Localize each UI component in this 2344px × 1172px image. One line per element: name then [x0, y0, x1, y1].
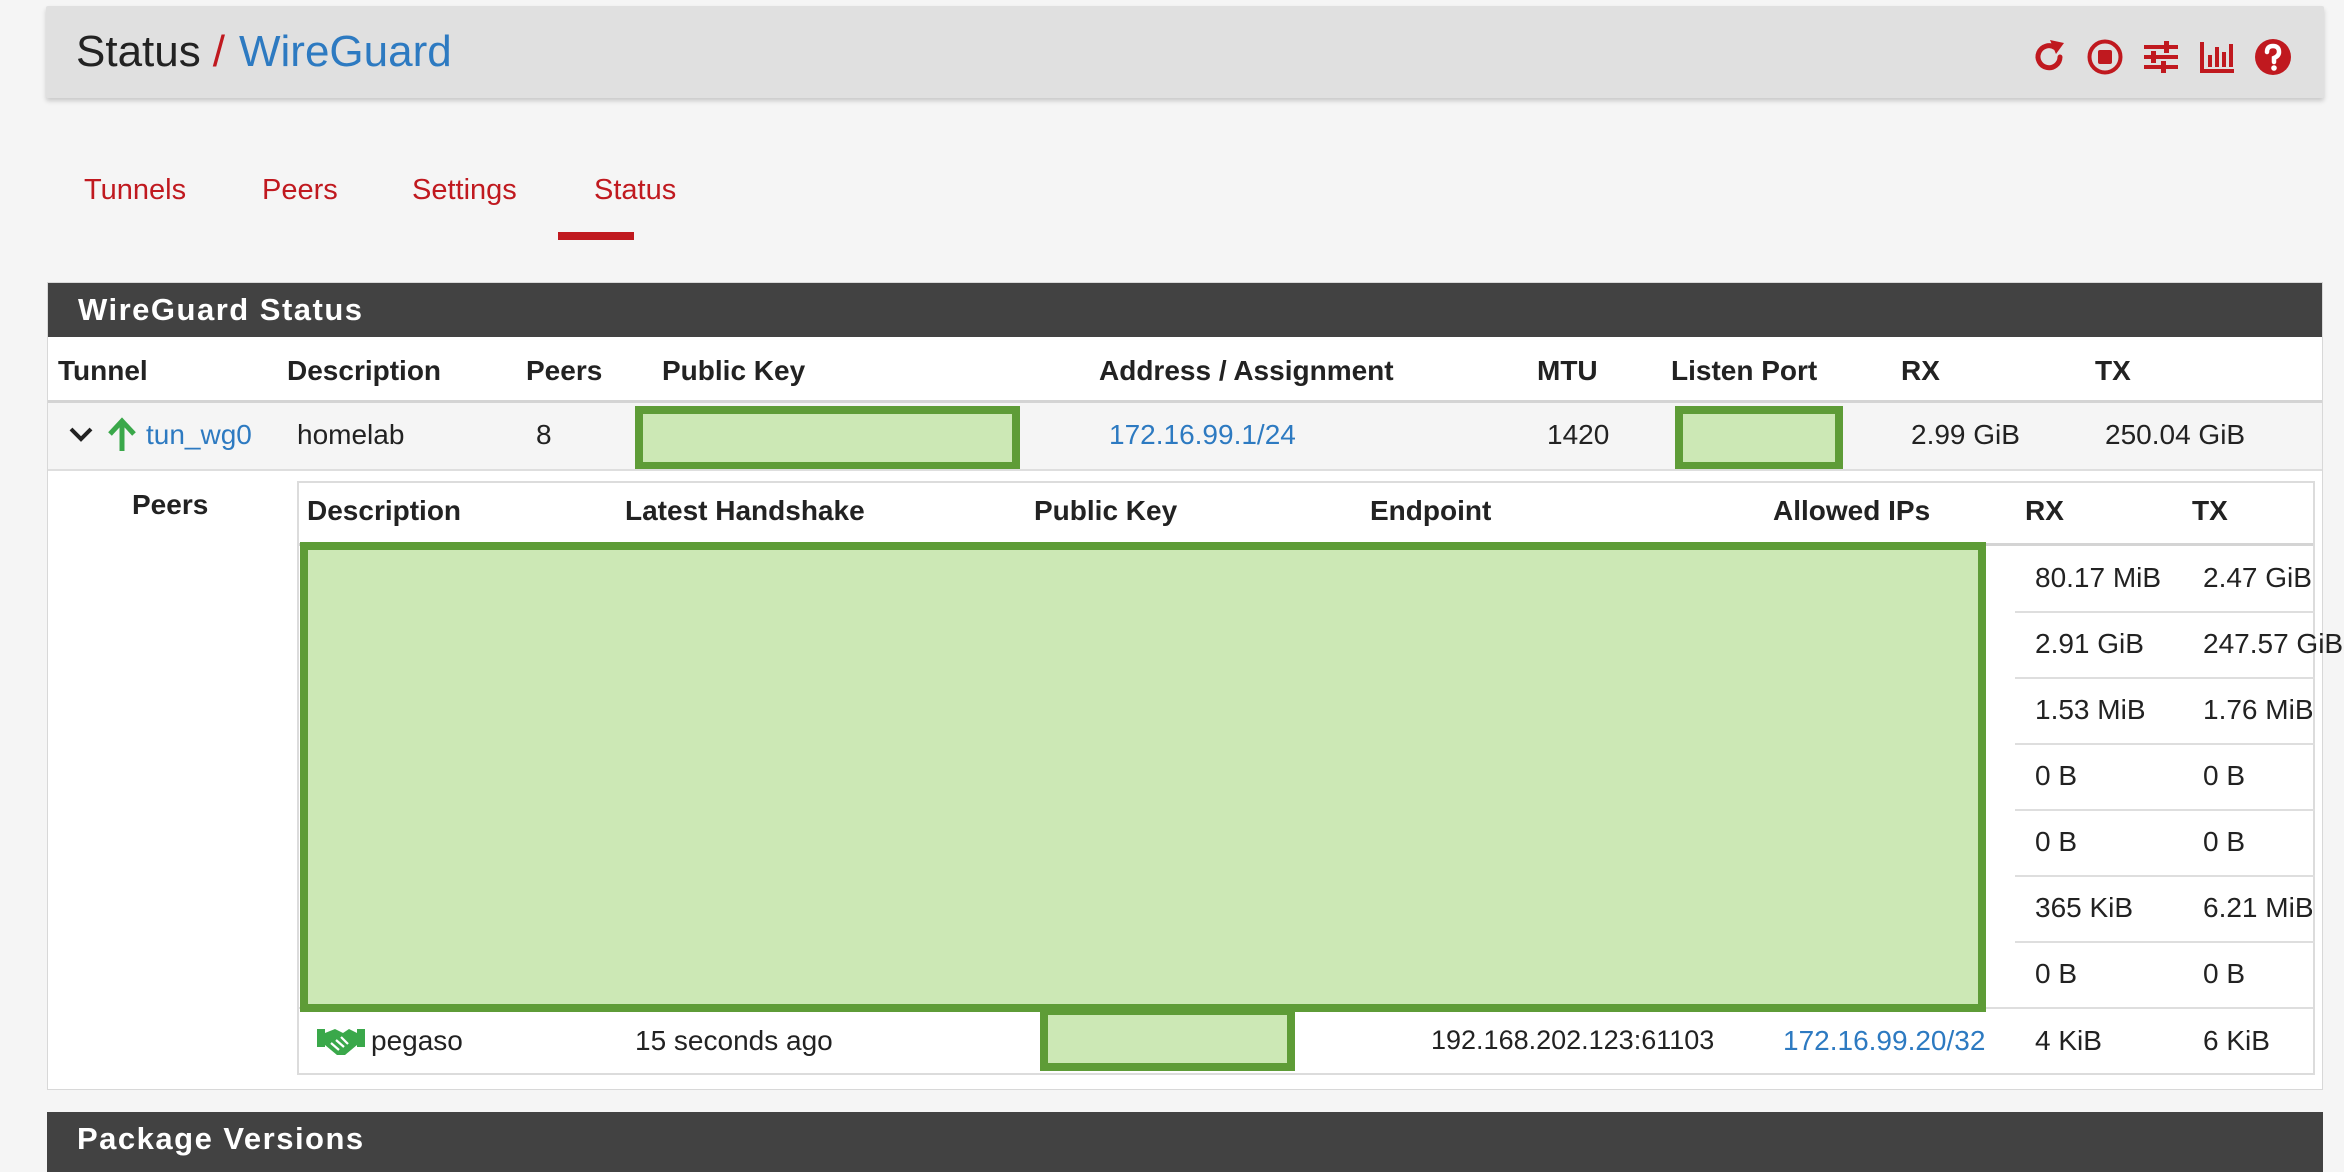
breadcrumb-status: Status	[76, 27, 201, 76]
peer-rx: 0 B	[2035, 826, 2078, 857]
peer-rx: 4 KiB	[2035, 1025, 2102, 1056]
peers-table: Description Latest Handshake Public Key …	[297, 481, 2343, 1075]
wireguard-status-panel: WireGuard Status Tunnel Description Peer…	[47, 282, 2343, 1090]
col-peers: Peers	[526, 355, 603, 386]
tunnel-name-link[interactable]: tun_wg0	[146, 419, 252, 451]
tunnel-description: homelab	[297, 419, 405, 450]
peer-tx: 6 KiB	[2203, 1025, 2270, 1056]
peer-rx: 0 B	[2035, 760, 2078, 791]
sliders-icon[interactable]	[2140, 36, 2182, 78]
tunnel-up-arrow-icon	[106, 417, 138, 458]
col-description: Description	[287, 355, 442, 386]
col-rx: RX	[1901, 355, 1940, 386]
tunnel-mtu: 1420	[1547, 419, 1610, 450]
peer-tx: 0 B	[2203, 826, 2246, 857]
peer-col-endpoint: Endpoint	[1370, 495, 1492, 526]
tunnel-row: tun_wg0 homelab 8 172.16.99.1/24 1420 2.…	[48, 403, 2322, 470]
tunnel-tx: 250.04 GiB	[2105, 419, 2246, 450]
peer-rx: 80.17 MiB	[2035, 562, 2162, 593]
peer-row-divider	[2015, 941, 2315, 943]
tab-tunnels-label: Tunnels	[84, 174, 187, 206]
breadcrumb: Status / WireGuard	[76, 26, 452, 78]
col-public-key: Public Key	[662, 355, 806, 386]
peer-allowed-ips-link[interactable]: 172.16.99.20/32	[1783, 1025, 1985, 1057]
handshake-icon	[317, 1023, 365, 1064]
peer-row-divider	[2015, 875, 2315, 877]
peer-endpoint: 192.168.202.123:61103	[1431, 1025, 1715, 1055]
col-address: Address / Assignment	[1099, 355, 1394, 386]
tunnel-rx: 2.99 GiB	[1911, 419, 2020, 450]
tab-status-label: Status	[594, 174, 677, 206]
peer-col-allowed-ips: Allowed IPs	[1773, 495, 1931, 526]
reload-icon[interactable]	[2028, 36, 2070, 78]
tab-peers-label: Peers	[262, 174, 338, 206]
redacted-public-key	[635, 406, 1020, 470]
peer-rx: 0 B	[2035, 958, 2078, 989]
peer-row-divider	[2015, 677, 2315, 679]
redacted-peers-block	[300, 542, 1986, 1012]
peer-row-divider	[2015, 809, 2315, 811]
peer-row-pegaso: pegaso 15 seconds ago 192.168.202.123:61…	[299, 1007, 2313, 1075]
peers-section-label: Peers	[132, 489, 209, 520]
breadcrumb-separator: /	[212, 27, 225, 76]
peer-tx: 0 B	[2203, 958, 2246, 989]
panel-title: WireGuard Status	[48, 283, 2322, 337]
peer-col-rx: RX	[2025, 495, 2064, 526]
peer-col-latest-handshake: Latest Handshake	[625, 495, 865, 526]
col-listen-port: Listen Port	[1671, 355, 1818, 386]
bar-chart-icon[interactable]	[2196, 36, 2238, 78]
peer-tx: 1.76 MiB	[2203, 694, 2314, 725]
redacted-listen-port	[1675, 406, 1843, 470]
peer-latest-handshake: 15 seconds ago	[635, 1025, 833, 1056]
chevron-down-icon[interactable]	[68, 423, 94, 450]
peer-tx: 0 B	[2203, 760, 2246, 791]
col-tunnel: Tunnel	[58, 355, 148, 386]
tunnel-peers-count: 8	[536, 419, 552, 450]
page-header: Status / WireGuard	[46, 6, 2324, 98]
col-mtu: MTU	[1537, 355, 1598, 386]
peer-tx: 247.57 GiB	[2203, 628, 2344, 659]
tunnel-address-link[interactable]: 172.16.99.1/24	[1109, 419, 1296, 451]
peer-rx: 2.91 GiB	[2035, 628, 2144, 659]
peer-rx: 365 KiB	[2035, 892, 2134, 923]
package-versions-panel-title: Package Versions	[47, 1112, 2323, 1172]
peer-col-description: Description	[307, 495, 462, 526]
peer-rx: 1.53 MiB	[2035, 694, 2146, 725]
col-tx: TX	[2095, 355, 2131, 386]
tunnel-row-divider	[48, 469, 2322, 471]
peer-tx: 2.47 GiB	[2203, 562, 2312, 593]
peer-tx: 6.21 MiB	[2203, 892, 2314, 923]
redacted-peer-public-key	[1040, 1007, 1295, 1071]
header-icons	[2028, 36, 2294, 78]
peer-col-tx: TX	[2192, 495, 2228, 526]
peer-row-divider	[2015, 743, 2315, 745]
peer-row-divider	[2015, 611, 2315, 613]
peer-col-public-key: Public Key	[1034, 495, 1178, 526]
help-icon[interactable]	[2252, 36, 2294, 78]
stop-icon[interactable]	[2084, 36, 2126, 78]
tab-settings-label: Settings	[412, 174, 517, 206]
peer-description: pegaso	[371, 1025, 463, 1056]
breadcrumb-wireguard-link[interactable]: WireGuard	[239, 27, 452, 76]
